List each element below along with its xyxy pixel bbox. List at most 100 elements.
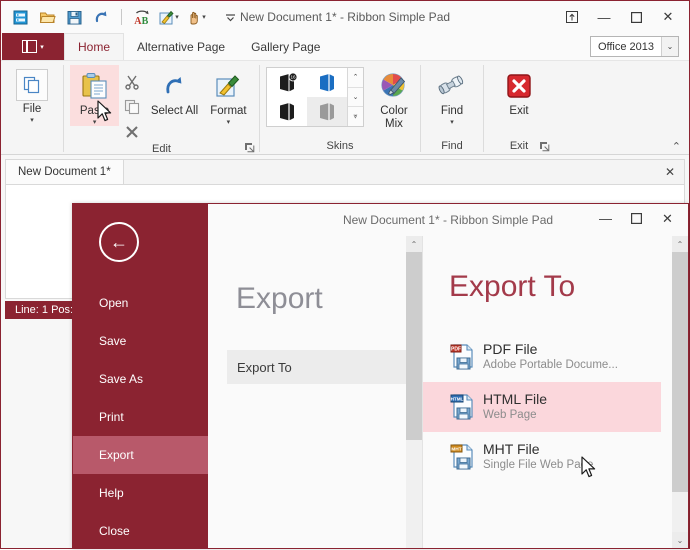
- backstage-close-button[interactable]: ✕: [653, 206, 682, 231]
- ribbon-group-file: File ▾: [1, 61, 63, 154]
- export-to-command[interactable]: Export To: [227, 350, 412, 384]
- skin-office-black-icon[interactable]: [267, 97, 307, 126]
- gallery-scroll-more-icon[interactable]: ⩔: [348, 107, 363, 127]
- document-tab-strip: New Document 1* ✕: [5, 159, 685, 184]
- skin-office-2016-icon[interactable]: 16: [267, 68, 307, 97]
- backstage-right-panel: Export To PDF PDF File Adobe Portable Do…: [423, 236, 688, 548]
- middle-scroll-up-icon[interactable]: ⌃: [406, 236, 422, 252]
- hand-pointer-icon[interactable]: ▾: [185, 7, 206, 28]
- minimize-button[interactable]: —: [589, 4, 619, 30]
- quick-access-toolbar: A B ▾ ▾: [1, 1, 241, 33]
- right-scroll-track[interactable]: [672, 492, 688, 532]
- chevron-down-icon[interactable]: ▾: [450, 119, 454, 126]
- right-scroll-down-icon[interactable]: ⌄: [672, 532, 688, 548]
- document-tab-close-icon[interactable]: ✕: [665, 160, 675, 184]
- find-button[interactable]: Find ▾: [427, 65, 477, 126]
- exit-dialog-launcher-icon[interactable]: [539, 141, 550, 152]
- exit-caption-text: Exit: [509, 139, 529, 152]
- format-paint-icon[interactable]: ▾: [158, 7, 179, 28]
- undo-arrow-icon[interactable]: [91, 7, 112, 28]
- document-tab[interactable]: New Document 1*: [6, 160, 124, 184]
- color-mix-button[interactable]: Color Mix: [374, 65, 414, 131]
- chevron-down-icon[interactable]: ⌄: [661, 37, 678, 56]
- new-document-icon[interactable]: [10, 7, 31, 28]
- save-floppy-icon[interactable]: [64, 7, 85, 28]
- chevron-down-icon[interactable]: ▾: [30, 117, 34, 124]
- edit-caption-text: Edit: [152, 143, 171, 155]
- edit-dialog-launcher-icon[interactable]: [244, 142, 255, 153]
- right-panel-scrollbar[interactable]: ⌃ ⌄: [672, 236, 688, 548]
- skins-gallery-scrollbar[interactable]: ⌃ ⌄ ⩔: [347, 68, 363, 127]
- tab-home[interactable]: Home: [64, 33, 125, 60]
- skin-selector[interactable]: Office 2013 ⌄: [589, 36, 679, 57]
- exit-button[interactable]: Exit: [493, 65, 545, 117]
- chevron-down-icon[interactable]: ▾: [175, 13, 179, 21]
- backstage-item-close[interactable]: Close: [73, 512, 208, 550]
- svg-text:HTML: HTML: [451, 397, 464, 402]
- export-to-heading: Export To: [449, 270, 576, 303]
- qat-overflow-icon[interactable]: [220, 7, 241, 28]
- ribbon-group-file-caption: [1, 137, 63, 154]
- middle-scroll-thumb[interactable]: [406, 252, 422, 440]
- export-option-mht[interactable]: MHT MHT File Single File Web Page: [423, 432, 661, 482]
- export-option-html[interactable]: HTML HTML File Web Page: [423, 382, 661, 432]
- middle-scroll-track[interactable]: [406, 440, 422, 532]
- export-option-html-subtitle: Web Page: [483, 409, 537, 421]
- app-menu-icon: [22, 40, 38, 53]
- svg-text:B: B: [141, 16, 148, 26]
- undo-blue-arrow-icon: [162, 69, 188, 103]
- right-scroll-up-icon[interactable]: ⌃: [672, 236, 688, 252]
- chevron-down-icon[interactable]: ▾: [93, 119, 97, 126]
- right-scroll-thumb[interactable]: [672, 252, 688, 492]
- close-button[interactable]: ✕: [653, 4, 683, 30]
- main-title-bar: A B ▾ ▾ New Document 1* - Ribbon Simple …: [1, 1, 689, 33]
- copy-pages-icon: [16, 69, 48, 101]
- backstage-item-print[interactable]: Print: [73, 398, 208, 436]
- app-menu-button[interactable]: ▾: [2, 33, 64, 60]
- select-all-button[interactable]: Select All: [145, 65, 204, 117]
- export-file-list: PDF PDF File Adobe Portable Docume... HT…: [423, 332, 688, 482]
- copy-button[interactable]: [119, 95, 145, 118]
- tab-gallery-page[interactable]: Gallery Page: [238, 33, 333, 60]
- backstage-item-export[interactable]: Export: [73, 436, 208, 474]
- chevron-down-icon[interactable]: ▾: [202, 13, 206, 21]
- export-option-pdf[interactable]: PDF PDF File Adobe Portable Docume...: [423, 332, 661, 382]
- cut-button[interactable]: [119, 70, 145, 93]
- maximize-button[interactable]: [621, 4, 651, 30]
- export-option-html-text: HTML File Web Page: [483, 391, 547, 423]
- ribbon: File ▾ Paste ▾ Select All Format ▾ Edit …: [1, 60, 689, 155]
- file-button[interactable]: File ▾: [7, 65, 57, 124]
- backstage-maximize-button[interactable]: [622, 206, 651, 231]
- ribbon-group-exit-caption: Exit: [484, 137, 554, 154]
- backstage-middle-panel: Export Export To ⌃ ⌄: [208, 236, 423, 548]
- tab-alternative-page[interactable]: Alternative Page: [124, 33, 238, 60]
- ribbon-display-options-icon[interactable]: [557, 4, 587, 30]
- export-option-pdf-title: PDF File: [483, 341, 538, 357]
- chevron-down-icon[interactable]: ▾: [227, 119, 231, 126]
- middle-panel-scrollbar[interactable]: ⌃ ⌄: [406, 236, 422, 548]
- ribbon-group-skins-caption: Skins: [326, 139, 354, 152]
- paste-button[interactable]: Paste ▾: [70, 65, 120, 126]
- collapse-ribbon-button[interactable]: ⌃: [672, 140, 681, 153]
- backstage-content: New Document 1* - Ribbon Simple Pad — ✕ …: [208, 204, 688, 548]
- spelling-ab-icon[interactable]: A B: [131, 7, 152, 28]
- export-option-mht-subtitle: Single File Web Page: [483, 459, 594, 471]
- backstage-item-save[interactable]: Save: [73, 322, 208, 360]
- format-paint-icon: [215, 69, 241, 103]
- skins-gallery[interactable]: 16 ⌃ ⌄ ⩔: [266, 67, 364, 127]
- svg-text:MHT: MHT: [451, 447, 461, 453]
- gallery-scroll-down-icon[interactable]: ⌄: [348, 87, 363, 108]
- mht-file-icon: MHT: [443, 442, 483, 472]
- backstage-item-open[interactable]: Open: [73, 284, 208, 322]
- color-wheel-icon: [379, 69, 409, 103]
- skin-office-gray-icon[interactable]: [307, 97, 347, 126]
- backstage-minimize-button[interactable]: —: [591, 206, 620, 231]
- backstage-item-help[interactable]: Help: [73, 474, 208, 512]
- backstage-item-save-as[interactable]: Save As: [73, 360, 208, 398]
- skin-office-blue-icon[interactable]: [307, 68, 347, 97]
- delete-button[interactable]: [119, 120, 145, 143]
- back-arrow-icon[interactable]: ←: [99, 222, 139, 262]
- format-button[interactable]: Format ▾: [204, 65, 253, 126]
- open-folder-icon[interactable]: [37, 7, 58, 28]
- gallery-scroll-up-icon[interactable]: ⌃: [348, 68, 363, 88]
